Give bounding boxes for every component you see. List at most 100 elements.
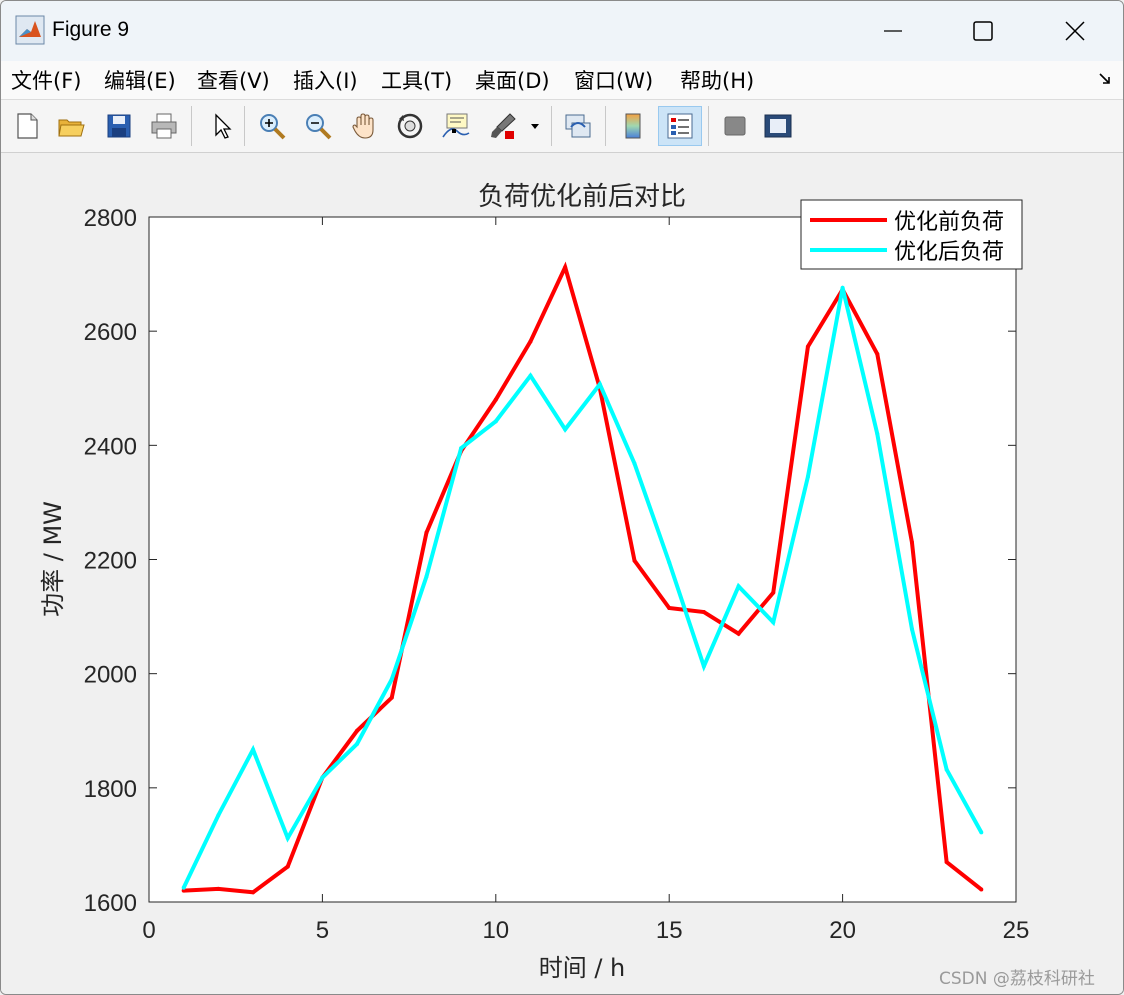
data-point [528, 339, 533, 344]
zoom-out-button[interactable] [300, 108, 336, 144]
data-point [701, 610, 706, 615]
link-plot-icon [565, 114, 591, 138]
data-point [771, 590, 776, 595]
y-tick-label: 2000 [84, 662, 137, 689]
data-point [701, 664, 706, 669]
toolbar-separator [551, 106, 552, 146]
data-point [840, 285, 845, 290]
show-plot-tools-button[interactable] [760, 108, 796, 144]
menu-bar: 文件(F) 编辑(E) 查看(V) 插入(I) 工具(T) 桌面(D) 窗口(W… [1, 61, 1123, 100]
matlab-icon [15, 15, 45, 45]
menu-insert[interactable]: 插入(I) [293, 65, 358, 95]
menu-desktop[interactable]: 桌面(D) [475, 65, 550, 95]
x-tick-label: 20 [829, 917, 856, 944]
data-point [805, 344, 810, 349]
y-tick-label: 1800 [84, 776, 137, 803]
link-plot-button[interactable] [560, 108, 596, 144]
close-icon [1065, 21, 1085, 41]
save-button[interactable] [101, 108, 137, 144]
figure-canvas: 0 5 10 15 20 25 1600 1800 2000 2200 2400 2600 2800 负… [1, 153, 1123, 994]
data-point [979, 830, 984, 835]
hide-plot-tools-button[interactable] [717, 108, 753, 144]
menu-tools[interactable]: 工具(T) [381, 65, 452, 95]
data-point [389, 677, 394, 682]
maximize-button[interactable] [937, 1, 1029, 61]
x-tick-label: 0 [142, 917, 155, 944]
data-cursor-button[interactable] [438, 108, 474, 144]
data-point [909, 627, 914, 632]
y-tick-label: 2800 [84, 205, 137, 232]
legend-icon [667, 113, 693, 139]
minimize-button[interactable] [847, 1, 939, 61]
data-point [285, 864, 290, 869]
menu-help[interactable]: 帮助(H) [680, 65, 754, 95]
colorbar-icon [625, 113, 641, 139]
data-point [632, 558, 637, 563]
data-point [424, 530, 429, 535]
data-point [875, 352, 880, 356]
y-tick-label: 2600 [84, 319, 137, 346]
data-point [563, 427, 568, 432]
hide-plot-tools-icon [724, 116, 746, 136]
toolbar-separator [244, 106, 245, 146]
data-point [563, 265, 568, 270]
rotate-3d-icon [397, 113, 423, 139]
show-plot-tools-icon [764, 114, 792, 138]
data-point [320, 775, 325, 780]
zoom-in-button[interactable] [254, 108, 290, 144]
x-tick-label: 25 [1003, 917, 1030, 944]
legend[interactable]: 优化前负荷 优化后负荷 [800, 199, 1023, 270]
data-point [979, 887, 984, 892]
colorbar-button[interactable] [615, 108, 651, 144]
menu-file[interactable]: 文件(F) [11, 65, 81, 95]
pan-button[interactable] [346, 108, 382, 144]
menu-window[interactable]: 窗口(W) [574, 65, 653, 95]
data-point [597, 382, 602, 387]
maximize-icon [973, 21, 993, 41]
zoom-in-icon [260, 114, 286, 140]
line-chart[interactable]: 0 5 10 15 20 25 1600 1800 2000 2200 2400 2600 2800 负… [1, 153, 1123, 994]
data-point [909, 540, 914, 545]
data-point [944, 767, 949, 772]
data-point [736, 584, 741, 589]
save-icon [107, 114, 131, 138]
y-tick-label: 2200 [84, 548, 137, 575]
menu-view[interactable]: 查看(V) [197, 65, 270, 95]
data-point [771, 620, 776, 625]
data-cursor-icon [442, 113, 470, 138]
window-title: Figure 9 [52, 18, 130, 41]
data-point [424, 574, 429, 579]
data-point [805, 474, 810, 479]
legend-label-before: 优化前负荷 [894, 210, 1004, 235]
data-point [355, 728, 360, 733]
brush-icon [491, 113, 516, 139]
data-point [285, 836, 290, 841]
toolbar-separator [191, 106, 192, 146]
brush-button[interactable] [485, 108, 521, 144]
data-point [216, 886, 221, 891]
open-file-button[interactable] [53, 108, 89, 144]
toolbar-separator [605, 106, 606, 146]
pointer-button[interactable] [203, 108, 239, 144]
dock-arrow-icon[interactable] [1097, 71, 1113, 91]
data-point [389, 695, 394, 700]
x-tick-label: 5 [316, 917, 329, 944]
legend-button[interactable] [658, 106, 702, 146]
data-point [875, 431, 880, 436]
chevron-down-icon [531, 124, 539, 129]
menu-edit[interactable]: 编辑(E) [104, 65, 176, 95]
x-tick-label: 15 [656, 917, 683, 944]
brush-dropdown[interactable] [525, 108, 545, 144]
y-axis-label: 功率 / MW [39, 501, 67, 617]
rotate-button[interactable] [392, 108, 428, 144]
pointer-icon [215, 113, 232, 139]
print-icon [151, 113, 177, 139]
data-point [632, 461, 637, 466]
close-button[interactable] [1029, 1, 1121, 61]
data-point [251, 890, 256, 895]
data-point [667, 560, 672, 565]
toolbar-separator [708, 106, 709, 146]
print-button[interactable] [146, 108, 182, 144]
x-axis-label: 时间 / h [539, 954, 626, 982]
new-figure-button[interactable] [9, 108, 45, 144]
